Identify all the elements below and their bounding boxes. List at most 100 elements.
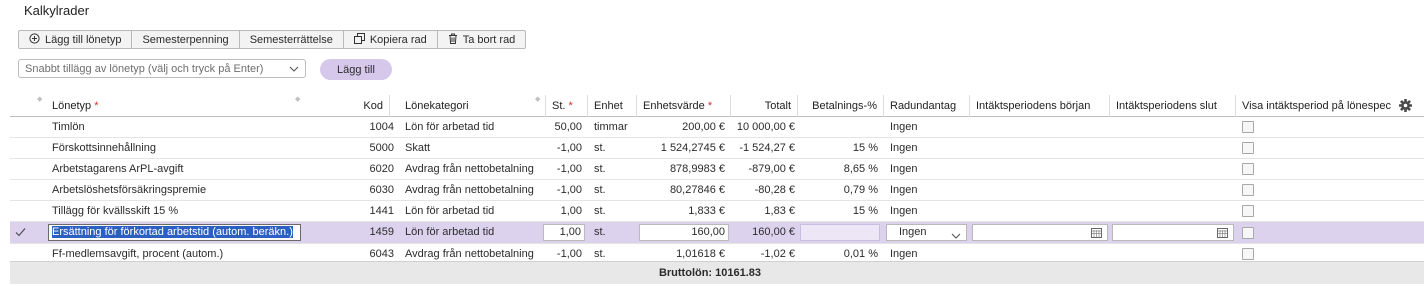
table-row[interactable]: Tillägg för kvällsskift 15 % 1441 Lön fö… [10, 201, 1424, 222]
cell-betalnings: 15 % [852, 205, 878, 217]
quick-add-button[interactable]: Lägg till [320, 59, 392, 80]
visa-checkbox[interactable] [1242, 163, 1254, 175]
vacation-pay-label: Semesterpenning [142, 33, 229, 46]
gear-icon[interactable] [1399, 99, 1412, 115]
col-lonetyp[interactable]: Lönetyp * [46, 95, 306, 117]
copy-row-button[interactable]: Kopiera rad [342, 30, 438, 49]
col-lonetyp-label: Lönetyp [52, 100, 92, 112]
cell-radundantag: Ingen [890, 205, 918, 217]
page-title: Kalkylrader [24, 3, 90, 18]
quick-add-select[interactable]: Snabbt tillägg av lönetyp (välj och tryc… [18, 59, 306, 78]
col-kod-label: Kod [363, 100, 383, 112]
radundantag-value: Ingen [899, 226, 927, 238]
copy-row-label: Kopiera rad [369, 33, 427, 46]
plus-circle-icon [29, 32, 40, 47]
col-lonekategori[interactable]: Lönekategori [399, 95, 546, 117]
visa-checkbox[interactable] [1242, 121, 1254, 133]
copy-icon [353, 32, 365, 47]
col-intakt-borjan[interactable]: Intäktsperiodens början [970, 95, 1110, 117]
vacation-pay-button[interactable]: Semesterpenning [131, 30, 240, 49]
add-wage-type-button[interactable]: Lägg till lönetyp [18, 30, 133, 49]
cell-lonetyp: Förskottsinnehållning [52, 142, 156, 154]
delete-row-button[interactable]: Ta bort rad [436, 30, 527, 49]
cell-enhetsvarde: 1 524,2745 € [660, 142, 725, 154]
lonetyp-edit-value: Ersättning för förkortad arbetstid (auto… [52, 226, 293, 238]
cell-kod: 5000 [369, 142, 394, 154]
cell-enhetsvarde: 200,00 € [682, 121, 725, 133]
table-row[interactable]: Timlön 1004 Lön för arbetad tid 50,00 ti… [10, 117, 1424, 138]
table-row[interactable]: Förskottsinnehållning 5000 Skatt -1,00 s… [10, 138, 1424, 159]
cell-lonetyp: Timlön [52, 121, 85, 133]
visa-checkbox[interactable] [1242, 227, 1254, 239]
cell-st: -1,00 [556, 184, 582, 196]
calendar-icon[interactable] [1217, 227, 1228, 240]
col-enhetsvarde[interactable]: Enhetsvärde * [637, 95, 731, 117]
vacation-correction-label: Semesterrättelse [249, 33, 333, 46]
visa-checkbox[interactable] [1242, 184, 1254, 196]
col-betalnings[interactable]: Betalnings-% [798, 95, 884, 117]
cell-lonetyp: Tillägg för kvällsskift 15 % [52, 205, 179, 217]
gross-salary-total: Bruttolön: 10161.83 [658, 267, 762, 279]
col-radundantag-label: Radundantag [890, 100, 957, 112]
visa-checkbox[interactable] [1242, 205, 1254, 217]
quick-add-placeholder: Snabbt tillägg av lönetyp (välj och tryc… [25, 62, 264, 75]
col-visa-label: Visa intäktsperiod på lönespec [1242, 100, 1392, 112]
chevron-down-icon [289, 63, 299, 75]
table-row-selected[interactable]: Ersättning för förkortad arbetstid (auto… [10, 222, 1424, 244]
cell-radundantag: Ingen [890, 121, 918, 133]
st-input[interactable]: 1,00 [543, 224, 585, 241]
cell-kod: 1004 [369, 121, 394, 133]
col-enhet[interactable]: Enhet [588, 95, 637, 117]
cell-kategori: Skatt [405, 142, 431, 154]
cell-enhetsvarde: 80,27846 € [669, 184, 725, 196]
cell-st: -1,00 [556, 142, 582, 154]
lonetyp-edit-field[interactable]: Ersättning för förkortad arbetstid (auto… [48, 224, 301, 241]
grid-header: ◆ Lönetyp * ◆ Kod Lönekategori ◆ St. * E… [10, 95, 1424, 117]
betalnings-input[interactable] [800, 224, 880, 241]
col-kod[interactable]: Kod [306, 95, 390, 117]
sort-icon: ◆ [295, 96, 301, 103]
delete-row-label: Ta bort rad [462, 33, 516, 46]
vacation-correction-button[interactable]: Semesterrättelse [238, 30, 344, 49]
sort-icon: ◆ [37, 96, 43, 103]
required-marker: * [568, 100, 573, 112]
col-radundantag[interactable]: Radundantag [884, 95, 970, 117]
cell-betalnings: 8,65 % [843, 163, 878, 175]
cell-kategori: Lön för arbetad tid [405, 205, 495, 217]
col-intakt-slut-label: Intäktsperiodens slut [1116, 100, 1217, 112]
cell-radundantag: Ingen [890, 184, 918, 196]
col-intakt-borjan-label: Intäktsperiodens början [976, 100, 1091, 112]
col-totalt[interactable]: Totalt [731, 95, 798, 117]
intakt-borjan-input[interactable] [972, 224, 1108, 241]
cell-totalt: 1,83 € [764, 205, 795, 217]
intakt-slut-input[interactable] [1112, 224, 1234, 241]
col-st-label: St. [552, 100, 566, 112]
cell-totalt: 160,00 € [752, 226, 795, 238]
col-st[interactable]: St. * [546, 95, 588, 117]
enhetsvarde-input[interactable]: 160,00 [639, 224, 729, 241]
cell-st: -1,00 [556, 163, 582, 175]
col-enhet-label: Enhet [594, 100, 623, 112]
cell-lonetyp: Arbetstagarens ArPL-avgift [52, 163, 184, 175]
col-intakt-slut[interactable]: Intäktsperiodens slut [1110, 95, 1236, 117]
cell-betalnings: 15 % [852, 142, 878, 154]
cell-kod: 6020 [369, 163, 394, 175]
cell-totalt: -879,00 € [748, 163, 795, 175]
visa-checkbox[interactable] [1242, 142, 1254, 154]
calendar-icon[interactable] [1091, 227, 1102, 240]
col-visa[interactable]: Visa intäktsperiod på lönespec [1236, 95, 1397, 117]
visa-checkbox[interactable] [1242, 248, 1254, 260]
table-row[interactable]: Arbetstagarens ArPL-avgift 6020 Avdrag f… [10, 159, 1424, 180]
cell-kod: 6030 [369, 184, 394, 196]
radundantag-select[interactable]: Ingen [886, 224, 967, 241]
trash-icon [448, 33, 458, 47]
add-wage-type-label: Lägg till lönetyp [45, 33, 122, 46]
table-row[interactable]: Arbetslöshetsförsäkringspremie 6030 Avdr… [10, 180, 1424, 201]
toolbar: Lägg till lönetyp Semesterpenning Semest… [18, 30, 527, 49]
required-marker: * [707, 100, 713, 112]
cell-kategori: Avdrag från nettobetalning [405, 184, 534, 196]
cell-kod: 1459 [369, 226, 394, 238]
col-betalnings-label: Betalnings-% [812, 100, 877, 112]
chevron-down-icon [951, 229, 961, 240]
cell-betalnings: 0,79 % [843, 184, 878, 196]
